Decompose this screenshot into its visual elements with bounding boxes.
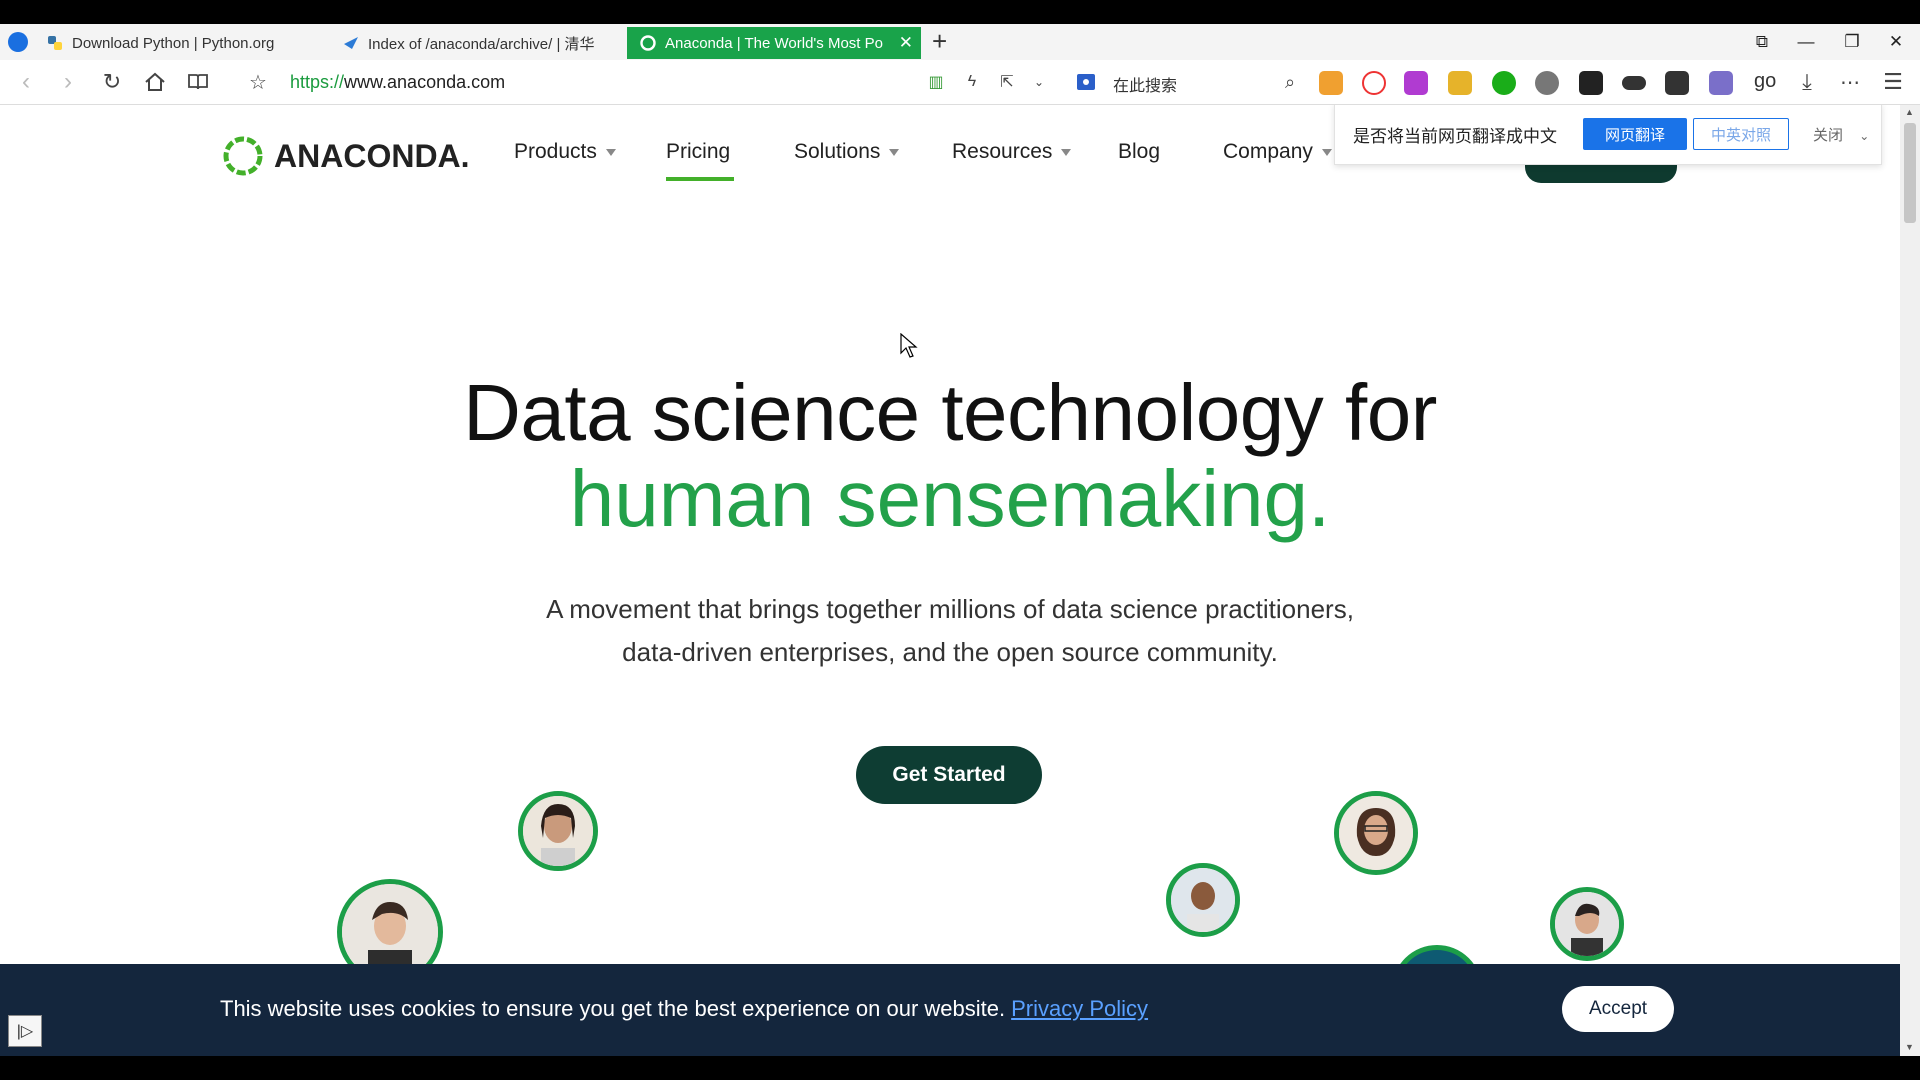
- url-field[interactable]: https://www.anaconda.com: [290, 72, 505, 93]
- tab-title: Download Python | Python.org: [72, 34, 275, 52]
- hero-title-line2: human sensemaking.: [569, 454, 1331, 543]
- privacy-policy-link[interactable]: Privacy Policy: [1011, 996, 1148, 1021]
- chevron-down-icon: [1061, 148, 1072, 156]
- puzzle-extension-icon[interactable]: [1404, 71, 1428, 95]
- wechat-extension-icon[interactable]: [1492, 71, 1516, 95]
- scroll-thumb[interactable]: [1904, 123, 1916, 223]
- translate-message: 是否将当前网页翻译成中文: [1353, 127, 1557, 146]
- scroll-down-icon[interactable]: ▼: [1905, 1042, 1914, 1052]
- tab-strip: Download Python | Python.org Index of /a…: [0, 24, 1920, 60]
- hero-subtitle: A movement that brings together millions…: [546, 594, 1354, 667]
- search-icon[interactable]: ⌕: [1276, 68, 1304, 96]
- tab-title: Anaconda | The World's Most Po: [665, 34, 883, 52]
- cookie-banner: This website uses cookies to ensure you …: [0, 964, 1900, 1056]
- chevron-down-icon: [1321, 148, 1332, 156]
- chevron-down-icon: [605, 148, 616, 156]
- mouse-cursor-icon: [900, 333, 918, 358]
- anaconda-ring-icon: [640, 35, 656, 51]
- web-page: ANACONDA. Products Pricing Solutions Res…: [0, 105, 1900, 1056]
- accept-cookies-button[interactable]: Accept: [1562, 986, 1674, 1032]
- translate-close-button[interactable]: 关闭 ⌄: [1813, 124, 1869, 145]
- browser-logo-icon[interactable]: [8, 32, 28, 52]
- translate-prompt: 是否将当前网页翻译成中文 网页翻译 中英对照 关闭 ⌄: [1334, 105, 1882, 165]
- translate-page-button[interactable]: 网页翻译: [1583, 118, 1687, 150]
- header-cta-button[interactable]: [1525, 165, 1677, 183]
- chevron-down-icon[interactable]: ⌄: [1025, 68, 1053, 96]
- search-input[interactable]: 在此搜索: [1113, 72, 1177, 96]
- scroll-up-icon[interactable]: ▲: [1905, 107, 1914, 117]
- screen-top-border: [0, 0, 1920, 24]
- pdf-extension-icon[interactable]: [1579, 71, 1603, 95]
- bilingual-button[interactable]: 中英对照: [1693, 118, 1789, 150]
- avatar: [1550, 887, 1624, 961]
- avatar: [1166, 863, 1240, 937]
- back-icon[interactable]: ‹: [12, 68, 40, 96]
- nav-products[interactable]: Products: [514, 140, 616, 164]
- forward-icon[interactable]: ›: [54, 68, 82, 96]
- chevron-down-icon[interactable]: ⌄: [1859, 129, 1869, 143]
- python-icon: [48, 36, 62, 50]
- nav-blog[interactable]: Blog: [1118, 140, 1160, 164]
- lightning-icon[interactable]: ϟ: [958, 68, 986, 96]
- close-window-icon[interactable]: ✕: [1876, 24, 1916, 60]
- logo-text: ANACONDA.: [274, 137, 470, 174]
- tab-anaconda[interactable]: Anaconda | The World's Most Po ✕: [627, 27, 921, 59]
- download-icon[interactable]: ⤓: [1793, 68, 1821, 96]
- hero-title-line1: Data science technology for: [463, 368, 1437, 457]
- globe-extension-icon[interactable]: [1535, 71, 1559, 95]
- sidebar-toggle-icon[interactable]: |▷: [8, 1015, 42, 1047]
- maximize-icon[interactable]: ❐: [1832, 24, 1872, 60]
- address-bar: ‹ › ↻ ☆ https://www.anaconda.com ▥ ϟ ⇱ ⌄…: [0, 60, 1920, 105]
- get-started-button[interactable]: Get Started: [856, 746, 1042, 804]
- game-extension-icon[interactable]: [1319, 71, 1343, 95]
- avatar: [518, 791, 598, 871]
- alert-extension-icon[interactable]: [1665, 71, 1689, 95]
- record-extension-icon[interactable]: [1362, 71, 1386, 95]
- restore-tabs-icon[interactable]: ⧉: [1742, 24, 1782, 60]
- tuna-bird-icon: [344, 37, 358, 49]
- tab-title: Index of /anaconda/archive/ | 清华: [368, 35, 595, 53]
- cookie-message: This website uses cookies to ensure you …: [220, 996, 1149, 1021]
- nav-resources[interactable]: Resources: [952, 140, 1072, 164]
- folder-extension-icon[interactable]: [1448, 71, 1472, 95]
- nav-company[interactable]: Company: [1223, 140, 1332, 164]
- new-tab-button[interactable]: +: [932, 26, 947, 57]
- chevron-down-icon: [889, 148, 900, 156]
- screen-bottom-border: [0, 1056, 1920, 1080]
- active-nav-underline: [666, 177, 734, 181]
- chart-extension-icon[interactable]: [1709, 71, 1733, 95]
- go-extension-icon[interactable]: go: [1754, 70, 1776, 93]
- reader-mode-icon[interactable]: ▥: [922, 68, 950, 96]
- home-icon[interactable]: [141, 68, 169, 96]
- menu-icon[interactable]: ☰: [1879, 68, 1907, 96]
- anaconda-logo[interactable]: ANACONDA.: [220, 133, 470, 179]
- incognito-extension-icon[interactable]: [1622, 76, 1646, 90]
- close-tab-icon[interactable]: ✕: [899, 33, 913, 53]
- more-icon[interactable]: ⋯: [1836, 68, 1864, 96]
- share-icon[interactable]: ⇱: [993, 68, 1021, 96]
- anaconda-ring-logo-icon: [223, 136, 263, 176]
- nav-solutions[interactable]: Solutions: [794, 140, 900, 164]
- bookmark-star-icon[interactable]: ☆: [244, 68, 272, 96]
- reload-icon[interactable]: ↻: [98, 68, 126, 96]
- tab-tuna-mirror[interactable]: Index of /anaconda/archive/ | 清华: [330, 27, 620, 59]
- avatar: [1334, 791, 1418, 875]
- vertical-scrollbar[interactable]: ▲ ▼: [1900, 105, 1920, 1056]
- tab-python[interactable]: Download Python | Python.org: [34, 27, 324, 59]
- search-engine-icon[interactable]: [1072, 68, 1100, 96]
- nav-pricing[interactable]: Pricing: [666, 140, 730, 164]
- minimize-icon[interactable]: —: [1786, 24, 1826, 60]
- reading-list-icon[interactable]: [184, 68, 212, 96]
